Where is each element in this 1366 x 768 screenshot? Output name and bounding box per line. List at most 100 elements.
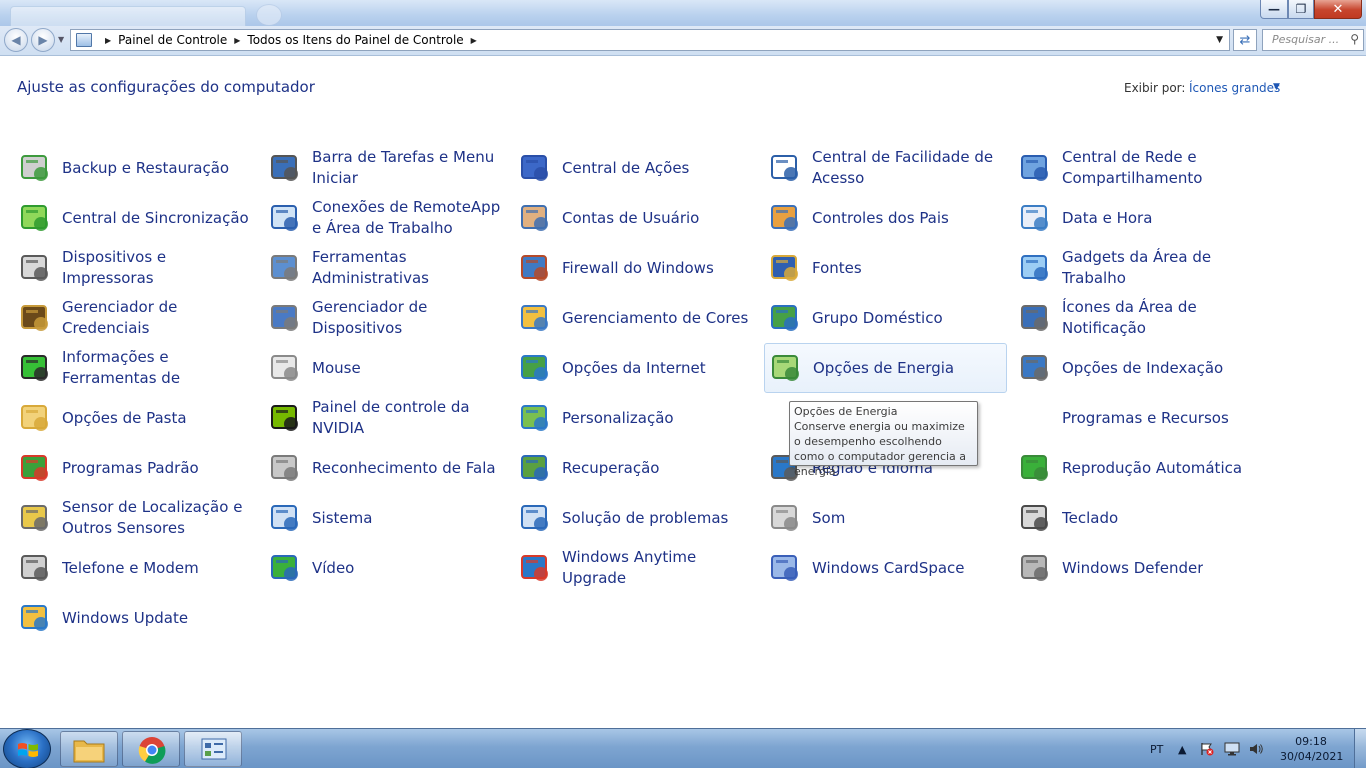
address-dropdown-icon[interactable]: ▼	[1216, 35, 1223, 45]
item-ferramentas-administrativas[interactable]: Ferramentas Administrativas	[264, 243, 507, 293]
item-gadgets-da-area-de-trabalho[interactable]: Gadgets da Área de Trabalho	[1014, 243, 1257, 293]
view-by-selector[interactable]: Ícones grandes	[1189, 81, 1280, 95]
address-bar[interactable]: ▶ Painel de Controle ▶ Todos os Itens do…	[70, 29, 1230, 51]
item-gerenciamento-de-cores[interactable]: Gerenciamento de Cores	[514, 293, 757, 343]
item-windows-cardspace[interactable]: Windows CardSpace	[764, 543, 1007, 593]
item-label: Dispositivos e Impressoras	[62, 248, 167, 287]
item-gerenciador-de-dispositivos[interactable]: Gerenciador de Dispositivos	[264, 293, 507, 343]
item-label: Personalização	[562, 408, 674, 427]
display-icon	[267, 550, 303, 586]
taskbar-explorer[interactable]	[60, 731, 118, 767]
item-label: Ferramentas Administrativas	[312, 248, 429, 287]
close-icon: ✕	[1332, 1, 1344, 17]
item-contas-de-usuario[interactable]: Contas de Usuário	[514, 193, 757, 243]
search-placeholder: Pesquisar ...	[1272, 33, 1340, 46]
item-solucao-de-problemas[interactable]: Solução de problemas	[514, 493, 757, 543]
item-grupo-domestico[interactable]: Grupo Doméstico	[764, 293, 1007, 343]
breadcrumb-all-items[interactable]: Todos os Itens do Painel de Controle	[247, 33, 463, 47]
color-management-icon	[517, 300, 553, 336]
item-label: Fontes	[812, 258, 862, 277]
clock-time: 09:18	[1295, 735, 1327, 748]
chevron-up-icon: ▲	[1178, 742, 1187, 756]
breadcrumb-separator[interactable]: ▶	[234, 36, 240, 45]
item-opcoes-de-energia[interactable]: Opções de Energia	[764, 343, 1007, 393]
refresh-button[interactable]: ⇄	[1233, 29, 1257, 51]
item-sensor-de-localizacao-e-outros-sensores[interactable]: Sensor de Localização e Outros Sensores	[14, 493, 257, 543]
item-teclado[interactable]: Teclado	[1014, 493, 1257, 543]
item-telefone-e-modem[interactable]: Telefone e Modem	[14, 543, 257, 593]
system-icon	[267, 500, 303, 536]
item-informacoes-e-ferramentas-de-desempenho[interactable]: Informações e Ferramentas de Desempenho	[14, 343, 257, 393]
item-backup-e-restauracao[interactable]: Backup e Restauração	[14, 143, 257, 193]
breadcrumb-separator[interactable]: ▶	[105, 36, 111, 45]
clock[interactable]: 09:18 30/04/2021	[1280, 734, 1344, 764]
network-icon[interactable]	[1224, 729, 1240, 768]
item-sistema[interactable]: Sistema	[264, 493, 507, 543]
item-central-de-facilidade-de-acesso[interactable]: Central de Facilidade de Acesso	[764, 143, 1007, 193]
personalization-icon	[517, 400, 553, 436]
search-input[interactable]: Pesquisar ... ⚲	[1262, 29, 1364, 51]
item-video[interactable]: Vídeo	[264, 543, 507, 593]
item-windows-update[interactable]: Windows Update	[14, 593, 257, 643]
item-central-de-sincronizacao[interactable]: Central de Sincronização	[14, 193, 257, 243]
item-label: Opções de Energia	[813, 358, 955, 377]
start-button[interactable]	[3, 729, 51, 768]
item-reproducao-automatica[interactable]: Reprodução Automática	[1014, 443, 1257, 493]
item-programas-e-recursos[interactable]: Programas e Recursos	[1014, 393, 1257, 443]
recent-pages-dropdown[interactable]: ▼	[58, 35, 64, 44]
item-firewall-do-windows[interactable]: Firewall do Windows	[514, 243, 757, 293]
item-opcoes-de-indexacao[interactable]: Opções de Indexação	[1014, 343, 1257, 393]
arrow-right-icon: ▶	[38, 33, 48, 47]
item-data-e-hora[interactable]: Data e Hora	[1014, 193, 1257, 243]
forward-button[interactable]: ▶	[31, 28, 55, 52]
item-fontes[interactable]: Fontes	[764, 243, 1007, 293]
item-personalizacao[interactable]: Personalização	[514, 393, 757, 443]
performance-icon	[17, 350, 53, 386]
item-windows-anytime-upgrade[interactable]: Windows Anytime Upgrade	[514, 543, 757, 593]
action-center-icon[interactable]	[1200, 729, 1214, 768]
item-barra-de-tarefas-e-menu-iniciar[interactable]: Barra de Tarefas e Menu Iniciar	[264, 143, 507, 193]
item-controles-dos-pais[interactable]: Controles dos Pais	[764, 193, 1007, 243]
item-recuperacao[interactable]: Recuperação	[514, 443, 757, 493]
clock-date: 30/04/2021	[1280, 750, 1344, 763]
item-reconhecimento-de-fala[interactable]: Reconhecimento de Fala	[264, 443, 507, 493]
search-icon: ⚲	[1350, 32, 1359, 46]
item-central-de-rede-e-compartilhamento[interactable]: Central de Rede e Compartilhamento	[1014, 143, 1257, 193]
item-opcoes-de-pasta[interactable]: Opções de Pasta	[14, 393, 257, 443]
power-options-icon	[768, 350, 804, 386]
close-button[interactable]: ✕	[1314, 0, 1362, 19]
item-som[interactable]: Som	[764, 493, 1007, 543]
taskbar-control-panel[interactable]	[184, 731, 242, 767]
parental-controls-icon	[767, 200, 803, 236]
item-label: Recuperação	[562, 458, 660, 477]
chevron-down-icon[interactable]: ▼	[1273, 82, 1280, 92]
item-conexoes-de-remoteapp-e-area-de-trabalho[interactable]: Conexões de RemoteApp e Área de Trabalho	[264, 193, 507, 243]
maximize-button[interactable]: ❐	[1288, 0, 1314, 19]
show-hidden-icons-button[interactable]: ▲	[1178, 729, 1186, 768]
back-button[interactable]: ◀	[4, 28, 28, 52]
taskbar-chrome[interactable]	[122, 731, 180, 767]
item-central-de-acoes[interactable]: Central de Ações	[514, 143, 757, 193]
item-opcoes-da-internet[interactable]: Opções da Internet	[514, 343, 757, 393]
default-programs-icon	[17, 450, 53, 486]
minimize-button[interactable]: —	[1260, 0, 1288, 19]
item-gerenciador-de-credenciais[interactable]: Gerenciador de Credenciais	[14, 293, 257, 343]
show-desktop-button[interactable]	[1354, 729, 1366, 768]
maximize-icon: ❐	[1295, 2, 1307, 16]
item-icones-da-area-de-notificacao[interactable]: Ícones da Área de Notificação	[1014, 293, 1257, 343]
item-painel-de-controle-da-nvidia[interactable]: Painel de controle da NVIDIA	[264, 393, 507, 443]
item-label: Windows Defender	[1062, 558, 1204, 577]
printer-icon	[17, 250, 53, 286]
language-indicator[interactable]: PT	[1150, 729, 1163, 768]
calendar-clock-icon	[1017, 200, 1053, 236]
breadcrumb-separator[interactable]: ▶	[471, 36, 477, 45]
item-mouse[interactable]: Mouse	[264, 343, 507, 393]
item-windows-defender[interactable]: Windows Defender	[1014, 543, 1257, 593]
remoteapp-icon	[267, 200, 303, 236]
gadgets-icon	[1017, 250, 1053, 286]
item-programas-padrao[interactable]: Programas Padrão	[14, 443, 257, 493]
item-dispositivos-e-impressoras[interactable]: Dispositivos e Impressoras	[14, 243, 257, 293]
item-label: Som	[812, 508, 846, 527]
breadcrumb-control-panel[interactable]: Painel de Controle	[118, 33, 227, 47]
volume-icon[interactable]	[1248, 729, 1264, 768]
